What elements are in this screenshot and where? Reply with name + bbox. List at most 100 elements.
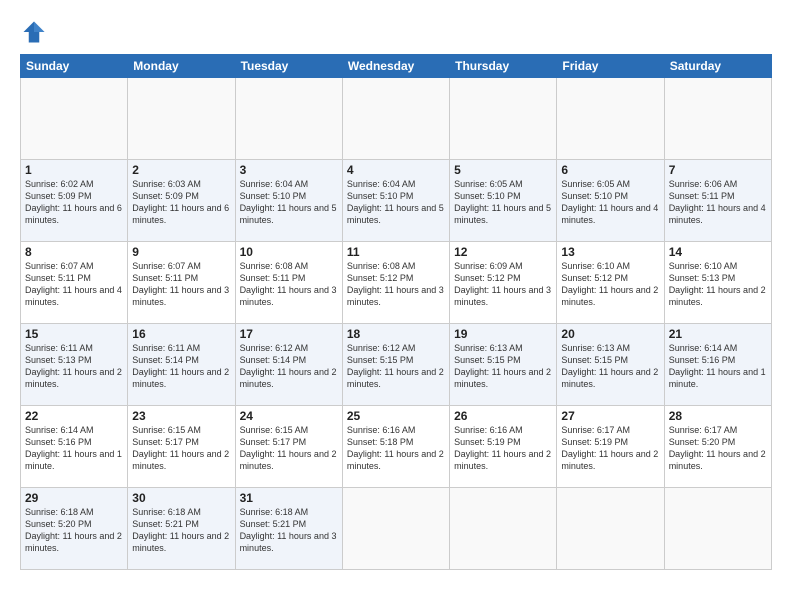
- day-info: Sunrise: 6:07 AMSunset: 5:11 PMDaylight:…: [25, 260, 123, 309]
- day-number: 20: [561, 327, 659, 341]
- calendar-cell: 22Sunrise: 6:14 AMSunset: 5:16 PMDayligh…: [21, 406, 128, 488]
- sunset-text: Sunset: 5:15 PM: [561, 354, 659, 366]
- calendar-cell: 23Sunrise: 6:15 AMSunset: 5:17 PMDayligh…: [128, 406, 235, 488]
- day-header-monday: Monday: [128, 55, 235, 78]
- sunset-text: Sunset: 5:10 PM: [454, 190, 552, 202]
- day-info: Sunrise: 6:08 AMSunset: 5:11 PMDaylight:…: [240, 260, 338, 309]
- sunrise-text: Sunrise: 6:11 AM: [132, 342, 230, 354]
- sunset-text: Sunset: 5:11 PM: [132, 272, 230, 284]
- daylight-text: Daylight: 11 hours and 2 minutes.: [25, 530, 123, 554]
- sunrise-text: Sunrise: 6:18 AM: [132, 506, 230, 518]
- day-info: Sunrise: 6:10 AMSunset: 5:13 PMDaylight:…: [669, 260, 767, 309]
- day-number: 2: [132, 163, 230, 177]
- logo-icon: [20, 18, 48, 46]
- calendar-cell: [21, 78, 128, 160]
- sunrise-text: Sunrise: 6:17 AM: [669, 424, 767, 436]
- sunrise-text: Sunrise: 6:07 AM: [132, 260, 230, 272]
- daylight-text: Daylight: 11 hours and 2 minutes.: [240, 448, 338, 472]
- day-info: Sunrise: 6:16 AMSunset: 5:18 PMDaylight:…: [347, 424, 445, 473]
- day-number: 13: [561, 245, 659, 259]
- calendar-table: SundayMondayTuesdayWednesdayThursdayFrid…: [20, 54, 772, 570]
- sunset-text: Sunset: 5:11 PM: [669, 190, 767, 202]
- sunset-text: Sunset: 5:20 PM: [669, 436, 767, 448]
- sunset-text: Sunset: 5:15 PM: [347, 354, 445, 366]
- daylight-text: Daylight: 11 hours and 3 minutes.: [240, 530, 338, 554]
- day-info: Sunrise: 6:11 AMSunset: 5:13 PMDaylight:…: [25, 342, 123, 391]
- day-header-saturday: Saturday: [664, 55, 771, 78]
- calendar-cell: [128, 78, 235, 160]
- sunrise-text: Sunrise: 6:10 AM: [561, 260, 659, 272]
- calendar-cell: 8Sunrise: 6:07 AMSunset: 5:11 PMDaylight…: [21, 242, 128, 324]
- sunset-text: Sunset: 5:13 PM: [669, 272, 767, 284]
- sunrise-text: Sunrise: 6:16 AM: [454, 424, 552, 436]
- calendar-cell: 2Sunrise: 6:03 AMSunset: 5:09 PMDaylight…: [128, 160, 235, 242]
- sunrise-text: Sunrise: 6:14 AM: [25, 424, 123, 436]
- day-info: Sunrise: 6:02 AMSunset: 5:09 PMDaylight:…: [25, 178, 123, 227]
- calendar-page: SundayMondayTuesdayWednesdayThursdayFrid…: [0, 0, 792, 612]
- calendar-week-1: [21, 78, 772, 160]
- day-header-wednesday: Wednesday: [342, 55, 449, 78]
- sunrise-text: Sunrise: 6:10 AM: [669, 260, 767, 272]
- sunrise-text: Sunrise: 6:04 AM: [347, 178, 445, 190]
- sunset-text: Sunset: 5:16 PM: [669, 354, 767, 366]
- day-header-thursday: Thursday: [450, 55, 557, 78]
- day-info: Sunrise: 6:18 AMSunset: 5:21 PMDaylight:…: [132, 506, 230, 555]
- day-number: 7: [669, 163, 767, 177]
- sunrise-text: Sunrise: 6:12 AM: [240, 342, 338, 354]
- sunset-text: Sunset: 5:18 PM: [347, 436, 445, 448]
- day-info: Sunrise: 6:07 AMSunset: 5:11 PMDaylight:…: [132, 260, 230, 309]
- calendar-cell: 15Sunrise: 6:11 AMSunset: 5:13 PMDayligh…: [21, 324, 128, 406]
- calendar-week-5: 22Sunrise: 6:14 AMSunset: 5:16 PMDayligh…: [21, 406, 772, 488]
- calendar-cell: 29Sunrise: 6:18 AMSunset: 5:20 PMDayligh…: [21, 488, 128, 570]
- day-number: 8: [25, 245, 123, 259]
- calendar-cell: 10Sunrise: 6:08 AMSunset: 5:11 PMDayligh…: [235, 242, 342, 324]
- calendar-cell: 1Sunrise: 6:02 AMSunset: 5:09 PMDaylight…: [21, 160, 128, 242]
- daylight-text: Daylight: 11 hours and 5 minutes.: [347, 202, 445, 226]
- day-info: Sunrise: 6:10 AMSunset: 5:12 PMDaylight:…: [561, 260, 659, 309]
- daylight-text: Daylight: 11 hours and 2 minutes.: [347, 448, 445, 472]
- day-info: Sunrise: 6:12 AMSunset: 5:15 PMDaylight:…: [347, 342, 445, 391]
- sunrise-text: Sunrise: 6:16 AM: [347, 424, 445, 436]
- daylight-text: Daylight: 11 hours and 3 minutes.: [132, 284, 230, 308]
- daylight-text: Daylight: 11 hours and 1 minute.: [25, 448, 123, 472]
- calendar-cell: 12Sunrise: 6:09 AMSunset: 5:12 PMDayligh…: [450, 242, 557, 324]
- day-number: 1: [25, 163, 123, 177]
- day-info: Sunrise: 6:18 AMSunset: 5:21 PMDaylight:…: [240, 506, 338, 555]
- daylight-text: Daylight: 11 hours and 2 minutes.: [347, 366, 445, 390]
- day-info: Sunrise: 6:12 AMSunset: 5:14 PMDaylight:…: [240, 342, 338, 391]
- calendar-cell: 31Sunrise: 6:18 AMSunset: 5:21 PMDayligh…: [235, 488, 342, 570]
- calendar-cell: [450, 78, 557, 160]
- calendar-header-row: SundayMondayTuesdayWednesdayThursdayFrid…: [21, 55, 772, 78]
- logo: [20, 18, 52, 46]
- day-number: 6: [561, 163, 659, 177]
- sunset-text: Sunset: 5:20 PM: [25, 518, 123, 530]
- sunset-text: Sunset: 5:10 PM: [561, 190, 659, 202]
- daylight-text: Daylight: 11 hours and 2 minutes.: [669, 448, 767, 472]
- sunset-text: Sunset: 5:15 PM: [454, 354, 552, 366]
- sunrise-text: Sunrise: 6:11 AM: [25, 342, 123, 354]
- daylight-text: Daylight: 11 hours and 2 minutes.: [561, 284, 659, 308]
- sunrise-text: Sunrise: 6:05 AM: [561, 178, 659, 190]
- sunrise-text: Sunrise: 6:13 AM: [561, 342, 659, 354]
- sunset-text: Sunset: 5:17 PM: [132, 436, 230, 448]
- day-number: 9: [132, 245, 230, 259]
- day-number: 23: [132, 409, 230, 423]
- sunrise-text: Sunrise: 6:12 AM: [347, 342, 445, 354]
- calendar-cell: 7Sunrise: 6:06 AMSunset: 5:11 PMDaylight…: [664, 160, 771, 242]
- day-info: Sunrise: 6:04 AMSunset: 5:10 PMDaylight:…: [240, 178, 338, 227]
- calendar-cell: 13Sunrise: 6:10 AMSunset: 5:12 PMDayligh…: [557, 242, 664, 324]
- day-number: 26: [454, 409, 552, 423]
- day-number: 21: [669, 327, 767, 341]
- day-number: 16: [132, 327, 230, 341]
- daylight-text: Daylight: 11 hours and 3 minutes.: [347, 284, 445, 308]
- sunrise-text: Sunrise: 6:15 AM: [132, 424, 230, 436]
- calendar-cell: 20Sunrise: 6:13 AMSunset: 5:15 PMDayligh…: [557, 324, 664, 406]
- sunset-text: Sunset: 5:11 PM: [25, 272, 123, 284]
- daylight-text: Daylight: 11 hours and 5 minutes.: [240, 202, 338, 226]
- calendar-cell: 26Sunrise: 6:16 AMSunset: 5:19 PMDayligh…: [450, 406, 557, 488]
- calendar-cell: 27Sunrise: 6:17 AMSunset: 5:19 PMDayligh…: [557, 406, 664, 488]
- daylight-text: Daylight: 11 hours and 2 minutes.: [132, 448, 230, 472]
- sunrise-text: Sunrise: 6:08 AM: [240, 260, 338, 272]
- sunrise-text: Sunrise: 6:09 AM: [454, 260, 552, 272]
- sunset-text: Sunset: 5:09 PM: [132, 190, 230, 202]
